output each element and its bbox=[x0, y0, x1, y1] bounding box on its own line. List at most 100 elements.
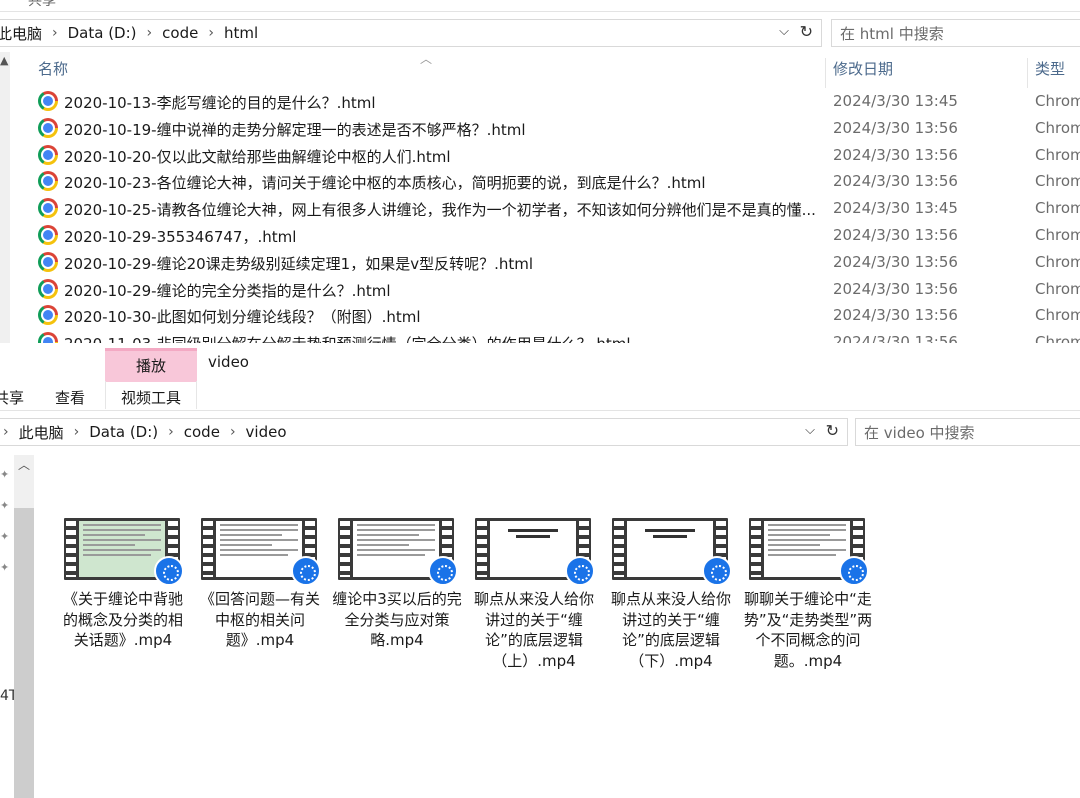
column-divider[interactable] bbox=[1027, 58, 1028, 88]
scrollbar-thumb[interactable] bbox=[14, 508, 34, 798]
chevron-down-icon[interactable]: ⌵ bbox=[805, 423, 815, 438]
file-name: 2020-11-03-非同级别分解在分解走势和预测行情（完全分类）的作用是什么？… bbox=[64, 333, 824, 343]
film-strip-edge bbox=[340, 521, 350, 577]
file-row[interactable]: 2020-10-20-仅以此文献给那些曲解缠论中枢的人们.html 2024/3/… bbox=[36, 143, 1080, 169]
chevron-right-icon: › bbox=[146, 25, 153, 41]
video-file-name: 缠论中3买以后的完全分类与应对策略.mp4 bbox=[332, 590, 462, 649]
breadcrumb-video[interactable]: video bbox=[246, 423, 287, 441]
pin-icon[interactable]: ✦ bbox=[0, 521, 12, 552]
file-type: Chrom bbox=[1035, 145, 1080, 164]
file-name: 2020-10-19-缠中说禅的走势分解定理一的表述是否不够严格？.html bbox=[64, 120, 526, 139]
chrome-html-file-icon bbox=[38, 305, 58, 326]
file-type: Chrom bbox=[1035, 333, 1080, 343]
scroll-up-icon[interactable]: ︿ bbox=[18, 456, 30, 473]
pin-icon[interactable]: ✦ bbox=[0, 459, 12, 490]
video-frame-preview bbox=[79, 521, 165, 577]
file-modified-date: 2024/3/30 13:56 bbox=[833, 118, 958, 137]
media-player-icon bbox=[565, 556, 595, 586]
file-name: 2020-10-25-请教各位缠论大神，网上有很多人讲缠论，我作为一个初学者，不… bbox=[64, 201, 816, 220]
ribbon-share-tab-cut[interactable]: 共享 bbox=[28, 0, 56, 10]
file-modified-date: 2024/3/30 13:56 bbox=[833, 333, 958, 343]
video-frame-preview bbox=[627, 521, 713, 577]
file-row[interactable]: 2020-10-25-请教各位缠论大神，网上有很多人讲缠论，我作为一个初学者，不… bbox=[36, 196, 1080, 222]
chevron-right-icon: › bbox=[229, 424, 236, 440]
file-row[interactable]: 2020-10-29-缠论20课走势级别延续定理1，如果是v型反转呢？.html… bbox=[36, 250, 1080, 276]
video-file-name: 聊点从来没人给你讲过的关于“缠论”的底层逻辑（下）.mp4 bbox=[610, 590, 731, 670]
file-modified-date: 2024/3/30 13:56 bbox=[833, 226, 958, 244]
video-file-item[interactable]: 聊点从来没人给你讲过的关于“缠论”的底层逻辑（上）.mp4 bbox=[469, 518, 599, 670]
file-type: Chrom bbox=[1035, 279, 1080, 298]
file-row[interactable]: 2020-10-29-355346747，.html 2024/3/30 13:5… bbox=[36, 223, 1080, 249]
breadcrumb-data-drive[interactable]: Data (D:) bbox=[89, 423, 158, 441]
file-row[interactable]: 2020-10-13-李彪写缠论的目的是什么？.html 2024/3/30 13… bbox=[36, 89, 1080, 115]
video-frame-preview bbox=[490, 521, 576, 577]
file-modified-date: 2024/3/30 13:56 bbox=[833, 279, 958, 298]
tab-video-tools[interactable]: 视频工具 bbox=[121, 387, 181, 408]
film-strip-edge bbox=[66, 521, 76, 577]
scroll-up-icon[interactable]: ▲ bbox=[0, 54, 8, 67]
breadcrumb-this-pc[interactable]: 此电脑 bbox=[19, 422, 64, 443]
tab-share[interactable]: 共享 bbox=[0, 387, 24, 408]
column-header-type[interactable]: 类型 bbox=[1035, 58, 1065, 86]
column-header-name[interactable]: 名称 bbox=[38, 58, 68, 86]
chrome-html-file-icon bbox=[38, 144, 58, 165]
pin-icon[interactable]: ✦ bbox=[0, 552, 12, 583]
video-file-item[interactable]: 《关于缠论中背驰的概念及分类的相关话题》.mp4 bbox=[58, 518, 188, 668]
file-row[interactable]: 2020-10-30-此图如何划分缠论线段？（附图）.html 2024/3/30… bbox=[36, 303, 1080, 329]
video-file-name: 聊点从来没人给你讲过的关于“缠论”的底层逻辑（上）.mp4 bbox=[473, 590, 594, 670]
chevron-right-icon: › bbox=[168, 424, 174, 440]
file-row[interactable]: 2020-11-03-非同级别分解在分解走势和预测行情（完全分类）的作用是什么？… bbox=[36, 330, 1080, 343]
file-name: 2020-10-29-355346747，.html bbox=[64, 228, 297, 246]
breadcrumb-this-pc[interactable]: 此电脑 bbox=[0, 23, 42, 44]
chevron-right-icon: › bbox=[3, 424, 9, 440]
breadcrumb-html[interactable]: html bbox=[224, 24, 258, 42]
search-input[interactable]: 在 html 中搜索 bbox=[831, 19, 1080, 47]
file-row[interactable]: 2020-10-19-缠中说禅的走势分解定理一的表述是否不够严格？.html 20… bbox=[36, 116, 1080, 142]
file-type: Chrom bbox=[1035, 199, 1080, 218]
video-file-item[interactable]: 缠论中3买以后的完全分类与应对策略.mp4 bbox=[332, 518, 462, 668]
chrome-html-file-icon bbox=[38, 251, 58, 272]
nav-pane-scrollbar[interactable] bbox=[0, 52, 10, 343]
search-input[interactable]: 在 video 中搜索 bbox=[855, 418, 1080, 446]
video-frame-preview bbox=[216, 521, 302, 577]
file-type: Chrom bbox=[1035, 118, 1080, 137]
video-file-name: 聊聊关于缠论中“走势”及“走势类型”两个不同概念的问题。.mp4 bbox=[743, 590, 873, 670]
file-type: Chrom bbox=[1035, 226, 1080, 244]
window-title: video bbox=[208, 353, 249, 371]
refresh-icon[interactable]: ↻ bbox=[800, 22, 813, 41]
breadcrumb-data-drive[interactable]: Data (D:) bbox=[68, 24, 137, 42]
chrome-html-file-icon bbox=[38, 171, 58, 192]
chrome-html-file-icon bbox=[38, 117, 58, 138]
chrome-html-file-icon bbox=[38, 198, 58, 219]
refresh-icon[interactable]: ↻ bbox=[826, 421, 839, 440]
video-file-item[interactable]: 聊点从来没人给你讲过的关于“缠论”的底层逻辑（下）.mp4 bbox=[606, 518, 736, 670]
video-file-item[interactable]: 《回答问题—有关中枢的相关问题》.mp4 bbox=[195, 518, 325, 668]
file-modified-date: 2024/3/30 13:45 bbox=[833, 199, 958, 218]
chevron-right-icon: › bbox=[73, 424, 80, 440]
chrome-html-file-icon bbox=[38, 278, 58, 299]
video-frame-preview bbox=[353, 521, 439, 577]
video-file-item[interactable]: 聊聊关于缠论中“走势”及“走势类型”两个不同概念的问题。.mp4 bbox=[743, 518, 873, 670]
file-name: 2020-10-30-此图如何划分缠论线段？（附图）.html bbox=[64, 308, 421, 327]
breadcrumb-code[interactable]: code bbox=[184, 423, 220, 441]
video-frame-preview bbox=[764, 521, 850, 577]
media-player-icon bbox=[154, 556, 184, 586]
file-modified-date: 2024/3/30 13:56 bbox=[833, 145, 958, 164]
chevron-down-icon[interactable]: ⌵ bbox=[779, 24, 789, 39]
file-type: Chrom bbox=[1035, 306, 1080, 325]
ribbon-divider bbox=[0, 11, 1080, 12]
tab-view[interactable]: 查看 bbox=[55, 387, 85, 408]
file-row[interactable]: 2020-10-29-缠论的完全分类指的是什么？.html 2024/3/30 1… bbox=[36, 277, 1080, 303]
film-strip-edge bbox=[203, 521, 213, 577]
breadcrumb-code[interactable]: code bbox=[162, 24, 198, 42]
address-bar[interactable]: 此电脑 › Data (D:) › code › html ⌵ ↻ bbox=[0, 19, 822, 47]
film-strip-edge bbox=[614, 521, 624, 577]
file-modified-date: 2024/3/30 13:56 bbox=[833, 306, 958, 325]
column-header-date[interactable]: 修改日期 bbox=[833, 58, 893, 86]
file-row[interactable]: 2020-10-23-各位缠论大神，请问关于缠论中枢的本质核心，简明扼要的说，到… bbox=[36, 169, 1080, 195]
address-bar[interactable]: › 此电脑 › Data (D:) › code › video ⌵ ↻ bbox=[0, 418, 848, 446]
pin-icon[interactable]: ✦ bbox=[0, 490, 12, 521]
column-divider[interactable] bbox=[825, 58, 826, 88]
tab-play[interactable]: 播放 bbox=[105, 348, 197, 382]
html-folder-window: 共享 此电脑 › Data (D:) › code › html ⌵ ↻ 在 h… bbox=[0, 0, 1080, 343]
